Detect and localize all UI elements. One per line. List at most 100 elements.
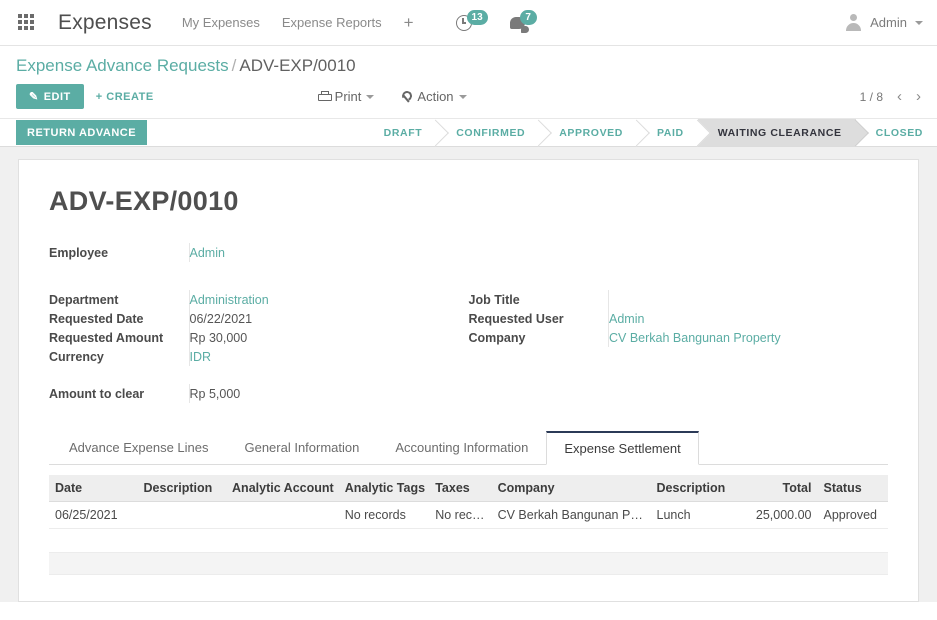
cell-status: Approved <box>817 501 888 529</box>
statusbar: DRAFT CONFIRMED APPROVED PAID WAITING CL… <box>363 119 937 146</box>
systray: 13 7 <box>455 9 537 33</box>
action-dropdown[interactable]: Action <box>400 89 467 104</box>
column-header-company[interactable]: Company <box>491 475 651 502</box>
status-step-approved[interactable]: APPROVED <box>539 119 637 146</box>
tab-accounting-information[interactable]: Accounting Information <box>377 431 546 465</box>
activities-systray[interactable]: 13 <box>455 9 488 31</box>
chevron-down-icon <box>366 94 375 99</box>
field-row-requested-user: Requested User Admin <box>468 309 888 328</box>
user-menu[interactable]: Admin <box>845 14 923 31</box>
currency-value[interactable]: IDR <box>188 347 469 366</box>
edit-button[interactable]: ✎ EDIT <box>16 84 84 109</box>
print-dropdown[interactable]: Print <box>317 89 375 104</box>
status-step-label: CLOSED <box>875 126 923 139</box>
department-value[interactable]: Administration <box>188 290 469 309</box>
column-header-analytic-tags[interactable]: Analytic Tags <box>338 475 430 502</box>
tab-advance-expense-lines[interactable]: Advance Expense Lines <box>51 431 226 465</box>
settlement-table-head: Date Description Analytic Account Analyt… <box>49 475 888 502</box>
field-row-requested-date: Requested Date 06/22/2021 <box>49 309 469 328</box>
column-header-analytic-account[interactable]: Analytic Account <box>226 475 339 502</box>
action-label: Action <box>417 89 454 104</box>
form-group-left: Department Administration Requested Date… <box>49 290 469 403</box>
pager-arrows: ‹ › <box>897 89 921 104</box>
table-row-blank <box>49 575 888 597</box>
chevron-down-icon <box>458 94 467 99</box>
tab-expense-settlement[interactable]: Expense Settlement <box>546 431 699 465</box>
cell-date: 06/25/2021 <box>49 501 138 529</box>
print-label: Print <box>334 89 362 104</box>
left-fields-table: Department Administration Requested Date… <box>49 290 469 403</box>
employee-value[interactable]: Admin <box>188 243 469 262</box>
apps-grid-icon[interactable] <box>18 13 36 32</box>
table-row-empty[interactable] <box>49 528 888 553</box>
table-row[interactable]: 06/25/2021 No records No records CV Berk… <box>49 501 888 529</box>
company-label: Company <box>468 330 526 345</box>
control-panel: Expense Advance Requests / ADV-EXP/0010 ✎ … <box>0 46 937 118</box>
right-fields-table: Job Title Requested User Admin Company C… <box>468 290 888 347</box>
status-step-label: APPROVED <box>559 126 623 139</box>
amount-to-clear-label: Amount to clear <box>49 386 145 401</box>
requested-user-value[interactable]: Admin <box>608 309 888 328</box>
status-step-confirmed[interactable]: CONFIRMED <box>436 119 540 146</box>
column-header-taxes[interactable]: Taxes <box>429 475 492 502</box>
column-header-status[interactable]: Status <box>817 475 888 502</box>
pager-next-icon[interactable]: › <box>916 89 921 104</box>
breadcrumb-separator: / <box>231 56 237 75</box>
cell-description-2: Lunch <box>650 501 740 529</box>
menu-item-my-expenses[interactable]: My Expenses <box>182 15 260 30</box>
column-header-description[interactable]: Description <box>137 475 227 502</box>
expense-settlement-list: Date Description Analytic Account Analyt… <box>49 475 888 601</box>
plus-icon[interactable]: + <box>404 14 414 31</box>
chevron-down-icon <box>915 20 923 25</box>
record-title: ADV-EXP/0010 <box>49 186 239 216</box>
field-row-amount-to-clear: Amount to clear Rp 5,000 <box>49 384 469 403</box>
pencil-icon: ✎ <box>29 91 39 103</box>
settlement-table: Date Description Analytic Account Analyt… <box>49 475 888 597</box>
field-row-job-title: Job Title <box>468 290 888 309</box>
messages-systray[interactable]: 7 <box>509 9 537 33</box>
status-step-label: WAITING CLEARANCE <box>717 126 842 139</box>
create-button[interactable]: + CREATE <box>84 85 166 109</box>
status-step-label: PAID <box>656 126 684 139</box>
form-group-right: Job Title Requested User Admin Company C… <box>468 290 888 403</box>
field-row-requested-amount: Requested Amount Rp 30,000 <box>49 328 469 347</box>
table-row-total <box>49 552 888 575</box>
record-pager: 1 / 8 ‹ › <box>860 89 921 104</box>
column-header-total[interactable]: Total <box>739 475 818 502</box>
menu-item-expense-reports[interactable]: Expense Reports <box>282 15 382 30</box>
status-step-label: CONFIRMED <box>456 126 526 139</box>
company-value[interactable]: CV Berkah Bangunan Property <box>608 328 888 347</box>
top-navbar: Expenses My Expenses Expense Reports + 1… <box>0 0 937 46</box>
breadcrumb-current: ADV-EXP/0010 <box>239 56 356 75</box>
requested-user-label: Requested User <box>468 311 564 326</box>
breadcrumb-root-link[interactable]: Expense Advance Requests <box>16 56 229 75</box>
cell-total: 25,000.00 <box>739 501 818 529</box>
status-step-waiting-clearance[interactable]: WAITING CLEARANCE <box>697 119 856 146</box>
column-header-description-2[interactable]: Description <box>650 475 740 502</box>
field-row-employee: Employee Admin <box>49 243 469 262</box>
job-title-label: Job Title <box>468 292 520 307</box>
pager-previous-icon[interactable]: ‹ <box>897 89 902 104</box>
status-row: RETURN ADVANCE DRAFT CONFIRMED APPROVED … <box>0 118 937 147</box>
tab-general-information[interactable]: General Information <box>226 431 377 465</box>
cell-taxes: No records <box>429 501 492 529</box>
field-row-company: Company CV Berkah Bangunan Property <box>468 328 888 347</box>
amount-to-clear-value: Rp 5,000 <box>188 384 469 403</box>
wrench-icon <box>400 91 412 103</box>
requested-amount-value: Rp 30,000 <box>188 328 469 347</box>
form-groups: Department Administration Requested Date… <box>49 290 888 403</box>
control-panel-dropdowns: Print Action <box>317 89 467 104</box>
form-sheet: ADV-EXP/0010 Employee Admin Department A… <box>18 159 919 602</box>
column-header-date[interactable]: Date <box>49 475 138 502</box>
cell-analytic-account <box>226 501 339 529</box>
pager-counter: 1 / 8 <box>859 89 883 104</box>
cell-analytic-tags: No records <box>338 501 430 529</box>
status-step-label: DRAFT <box>383 126 423 139</box>
main-menu: My Expenses Expense Reports + <box>182 14 414 31</box>
app-brand-title[interactable]: Expenses <box>58 11 152 35</box>
status-step-draft[interactable]: DRAFT <box>363 119 437 146</box>
activities-count-badge: 13 <box>466 9 488 25</box>
edit-button-label: EDIT <box>43 90 71 103</box>
sheet-background: ADV-EXP/0010 Employee Admin Department A… <box>0 147 937 602</box>
return-advance-button[interactable]: RETURN ADVANCE <box>16 120 148 145</box>
